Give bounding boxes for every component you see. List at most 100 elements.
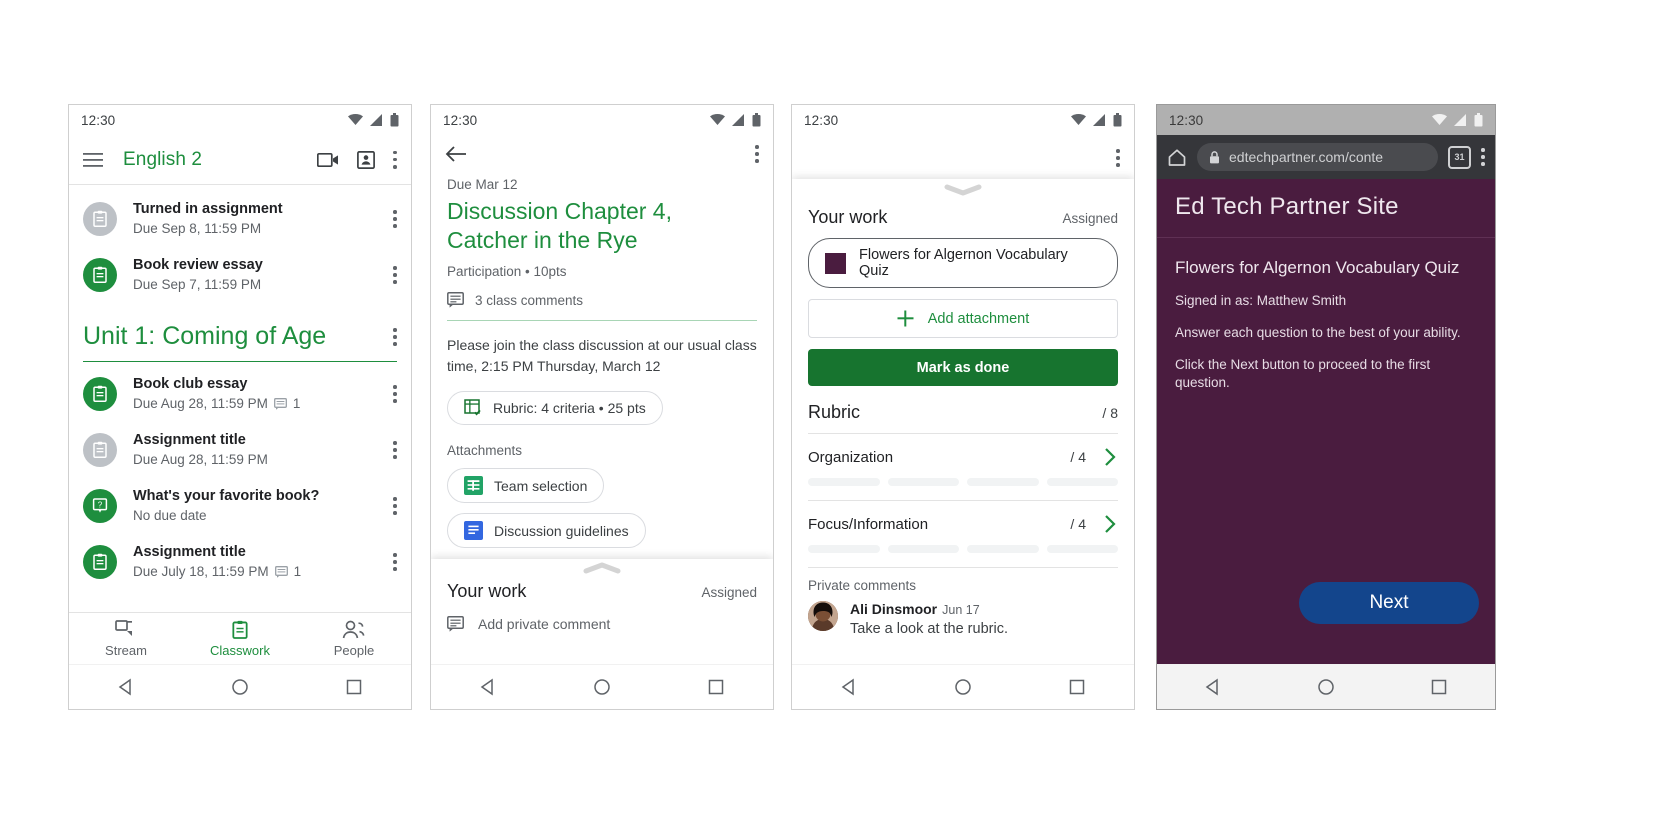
overflow-menu-icon[interactable]	[1481, 148, 1485, 166]
wifi-icon	[348, 114, 363, 126]
list-item[interactable]: Assignment title Due Aug 28, 11:59 PM	[69, 422, 411, 478]
list-item-subtitle: Due Sep 8, 11:59 PM	[133, 220, 393, 238]
rubric-header: Rubric / 8	[792, 386, 1134, 433]
bottom-nav-people[interactable]: People	[297, 620, 411, 658]
class-comments-row[interactable]: 3 class comments	[447, 292, 757, 308]
nav-back-icon[interactable]	[1204, 678, 1222, 696]
list-item-title: Book review essay	[133, 257, 263, 273]
battery-icon	[390, 113, 399, 127]
list-item[interactable]: Book review essay Due Sep 7, 11:59 PM	[69, 247, 411, 303]
assignment-icon	[83, 545, 117, 579]
overflow-menu-icon[interactable]	[393, 328, 397, 346]
detail-app-bar	[792, 135, 1134, 167]
list-item[interactable]: Assignment title Due July 18, 11:59 PM 1	[69, 534, 411, 590]
overflow-menu-icon[interactable]	[755, 145, 759, 163]
list-item-text: Assignment title Due Aug 28, 11:59 PM	[133, 431, 393, 469]
overflow-menu-icon[interactable]	[1116, 149, 1120, 167]
home-icon[interactable]	[1167, 148, 1187, 167]
mark-as-done-label: Mark as done	[916, 359, 1010, 376]
attachment-chip[interactable]: Discussion guidelines	[447, 513, 646, 548]
signal-icon	[1454, 114, 1467, 126]
hamburger-menu-icon[interactable]	[83, 152, 103, 167]
criterion-name: Organization	[808, 448, 894, 466]
back-arrow-icon[interactable]	[445, 145, 467, 163]
bottom-nav-stream[interactable]: Stream	[69, 620, 183, 658]
nav-recents-icon[interactable]	[1430, 678, 1448, 696]
list-item-subtitle: Due Aug 28, 11:59 PM 1	[133, 395, 393, 413]
list-item[interactable]: ? What's your favorite book? No due date	[69, 478, 411, 534]
overflow-menu-icon[interactable]	[393, 210, 397, 228]
phone-browser-quiz: 12:30 edtechpartner.com/conte 31 Ed Tech…	[1156, 104, 1496, 710]
next-button[interactable]: Next	[1299, 582, 1479, 624]
bottom-nav-label: Stream	[105, 643, 147, 658]
signal-icon	[370, 114, 383, 126]
nav-home-icon[interactable]	[231, 678, 249, 696]
comment-author: Ali Dinsmoor	[850, 601, 938, 617]
chevron-right-icon[interactable]	[1102, 446, 1118, 468]
nav-home-icon[interactable]	[593, 678, 611, 696]
assignment-icon	[83, 258, 117, 292]
screenshot-root: 12:30 English 2 Turned in assignment Due…	[0, 0, 1659, 827]
classwork-unit-list: Book club essay Due Aug 28, 11:59 PM 1 A…	[69, 366, 411, 590]
bottom-nav-classwork[interactable]: Classwork	[183, 620, 297, 658]
status-time: 12:30	[443, 112, 478, 128]
phone-classwork: 12:30 English 2 Turned in assignment Due…	[68, 104, 412, 710]
google-docs-icon	[464, 521, 483, 540]
wifi-icon	[710, 114, 725, 126]
comment-date: Jun 17	[942, 603, 980, 617]
question-icon: ?	[83, 489, 117, 523]
overflow-menu-icon[interactable]	[393, 553, 397, 571]
nav-recents-icon[interactable]	[707, 678, 725, 696]
nav-recents-icon[interactable]	[345, 678, 363, 696]
list-item-text: Assignment title Due July 18, 11:59 PM 1	[133, 543, 393, 581]
status-bar: 12:30	[69, 105, 411, 135]
overflow-menu-icon[interactable]	[393, 266, 397, 284]
comment-author-row: Ali Dinsmoor Jun 17	[850, 601, 1008, 619]
comment-icon	[273, 398, 287, 410]
people-icon	[342, 620, 366, 640]
tab-count-value: 31	[1454, 152, 1465, 162]
rubric-criterion-row[interactable]: Focus/Information / 4	[792, 501, 1134, 535]
list-item[interactable]: Turned in assignment Due Sep 8, 11:59 PM	[69, 191, 411, 247]
chevron-right-icon[interactable]	[1102, 513, 1118, 535]
list-item-title: Turned in assignment	[133, 201, 283, 217]
address-bar[interactable]: edtechpartner.com/conte	[1197, 143, 1438, 171]
overflow-menu-icon[interactable]	[393, 150, 397, 169]
system-navigation-bar	[431, 664, 773, 709]
nav-home-icon[interactable]	[1317, 678, 1335, 696]
mark-as-done-button[interactable]: Mark as done	[808, 349, 1118, 386]
your-work-sheet: Your work Assigned Flowers for Algernon …	[792, 179, 1134, 665]
nav-home-icon[interactable]	[954, 678, 972, 696]
work-attachment-chip[interactable]: Flowers for Algernon Vocabulary Quiz	[808, 238, 1118, 288]
your-work-sheet: Your work Assigned Add private comment	[431, 559, 773, 665]
rubric-chip-label: Rubric: 4 criteria • 25 pts	[493, 400, 646, 416]
bottom-nav-label: People	[333, 643, 375, 658]
private-comment: Ali Dinsmoor Jun 17 Take a look at the ru…	[792, 593, 1134, 637]
attachment-chip[interactable]: Team selection	[447, 468, 605, 503]
list-item-title: Assignment title	[133, 432, 246, 448]
rubric-chip[interactable]: Rubric: 4 criteria • 25 pts	[447, 391, 663, 425]
list-item-subtitle: No due date	[133, 507, 393, 525]
sheet-grabber[interactable]	[792, 179, 1134, 201]
overflow-menu-icon[interactable]	[393, 441, 397, 459]
tab-count-icon[interactable]: 31	[1448, 145, 1471, 169]
overflow-menu-icon[interactable]	[393, 385, 397, 403]
video-camera-icon[interactable]	[317, 152, 339, 168]
criterion-points: / 4	[1070, 516, 1086, 532]
overflow-menu-icon[interactable]	[393, 497, 397, 515]
nav-back-icon[interactable]	[840, 678, 858, 696]
list-item[interactable]: Book club essay Due Aug 28, 11:59 PM 1	[69, 366, 411, 422]
rubric-criterion-row[interactable]: Organization / 4	[792, 434, 1134, 468]
attachment-name: Discussion guidelines	[494, 522, 629, 539]
nav-recents-icon[interactable]	[1068, 678, 1086, 696]
nav-back-icon[interactable]	[479, 678, 497, 696]
phone-your-work-expanded: 12:30 Your work Assigned Flowers for Alg…	[791, 104, 1135, 710]
add-attachment-button[interactable]: Add attachment	[808, 299, 1118, 338]
nav-back-icon[interactable]	[117, 678, 135, 696]
sheet-grabber[interactable]	[431, 559, 773, 577]
class-card-icon[interactable]	[357, 150, 375, 169]
assignment-title: Discussion Chapter 4, Catcher in the Rye	[447, 198, 672, 253]
system-navigation-bar	[69, 664, 411, 709]
add-private-comment-row[interactable]: Add private comment	[431, 602, 773, 646]
due-text: Due Sep 8, 11:59 PM	[133, 221, 262, 236]
